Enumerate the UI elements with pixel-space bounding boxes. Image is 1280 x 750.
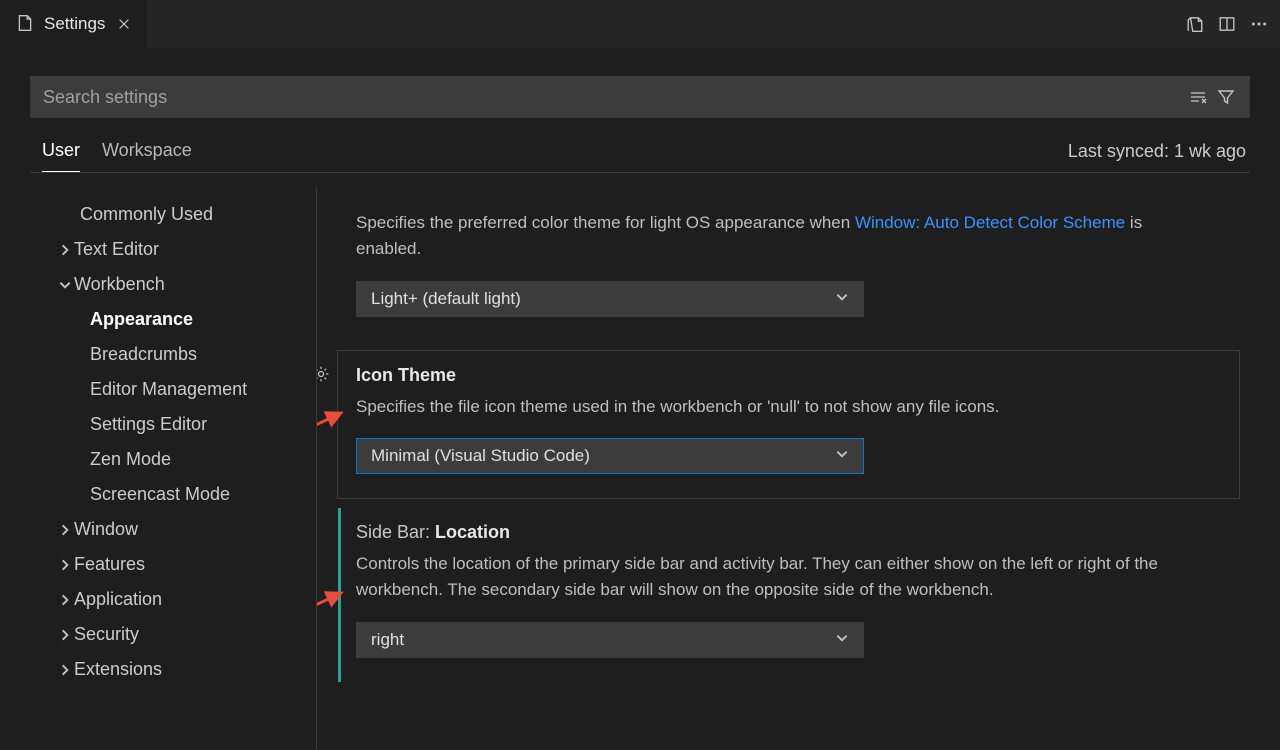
settings-content: Specifies the preferred color theme for … <box>316 187 1250 750</box>
scope-tabs: User Workspace <box>30 140 192 172</box>
chevron-down-icon <box>835 630 849 650</box>
toc-security[interactable]: Security <box>30 617 316 652</box>
setting-description: Controls the location of the primary sid… <box>356 551 1186 604</box>
select-sidebar-location[interactable]: right <box>356 622 864 658</box>
toc-screencast-mode[interactable]: Screencast Mode <box>30 477 316 512</box>
chevron-right-icon <box>56 558 74 572</box>
chevron-down-icon <box>835 446 849 466</box>
toc-text-editor[interactable]: Text Editor <box>30 232 316 267</box>
toc-features[interactable]: Features <box>30 547 316 582</box>
search-input[interactable] <box>43 87 1185 108</box>
open-changes-icon[interactable] <box>1180 9 1210 39</box>
setting-title: Side Bar: Location <box>356 522 1221 543</box>
scope-workspace[interactable]: Workspace <box>102 140 192 172</box>
toc-editor-management[interactable]: Editor Management <box>30 372 316 407</box>
toc-commonly-used[interactable]: Commonly Used <box>30 197 316 232</box>
select-value: right <box>371 630 404 650</box>
filter-icon[interactable] <box>1213 84 1239 110</box>
close-icon[interactable] <box>115 15 133 33</box>
toc-window[interactable]: Window <box>30 512 316 547</box>
select-value: Minimal (Visual Studio Code) <box>371 446 590 466</box>
setting-description: Specifies the preferred color theme for … <box>356 210 1186 263</box>
select-icon-theme[interactable]: Minimal (Visual Studio Code) <box>356 438 864 474</box>
setting-sidebar-location: Side Bar: Location Controls the location… <box>337 507 1240 683</box>
chevron-right-icon <box>56 523 74 537</box>
toc-extensions[interactable]: Extensions <box>30 652 316 687</box>
toc-breadcrumbs[interactable]: Breadcrumbs <box>30 337 316 372</box>
chevron-right-icon <box>56 628 74 642</box>
chevron-down-icon <box>56 278 74 292</box>
chevron-right-icon <box>56 593 74 607</box>
file-icon <box>16 14 34 35</box>
settings-search[interactable] <box>30 76 1250 118</box>
toc-zen-mode[interactable]: Zen Mode <box>30 442 316 477</box>
setting-description: Specifies the file icon theme used in th… <box>356 394 1186 420</box>
chevron-down-icon <box>835 289 849 309</box>
toc-application[interactable]: Application <box>30 582 316 617</box>
link-auto-detect-color-scheme[interactable]: Window: Auto Detect Color Scheme <box>855 213 1125 232</box>
gear-icon[interactable] <box>316 365 332 385</box>
toc-settings-editor[interactable]: Settings Editor <box>30 407 316 442</box>
sync-status[interactable]: Last synced: 1 wk ago <box>1068 141 1250 172</box>
chevron-right-icon <box>56 663 74 677</box>
toc-workbench[interactable]: Workbench <box>30 267 316 302</box>
setting-title: Icon Theme <box>356 365 1221 386</box>
select-light-theme[interactable]: Light+ (default light) <box>356 281 864 317</box>
tab-bar: Settings <box>0 0 1280 48</box>
setting-preferred-light-theme: Specifies the preferred color theme for … <box>337 201 1240 342</box>
clear-search-icon[interactable] <box>1185 84 1211 110</box>
chevron-right-icon <box>56 243 74 257</box>
toc-appearance[interactable]: Appearance <box>30 302 316 337</box>
tab-title: Settings <box>44 14 105 34</box>
tabbar-actions <box>1180 0 1274 48</box>
tab-settings[interactable]: Settings <box>0 0 148 48</box>
scope-user[interactable]: User <box>42 140 80 172</box>
setting-icon-theme: Icon Theme Specifies the file icon theme… <box>337 350 1240 499</box>
settings-toc: Commonly Used Text Editor Workbench Appe… <box>30 187 316 750</box>
select-value: Light+ (default light) <box>371 289 521 309</box>
more-actions-icon[interactable] <box>1244 9 1274 39</box>
split-editor-icon[interactable] <box>1212 9 1242 39</box>
